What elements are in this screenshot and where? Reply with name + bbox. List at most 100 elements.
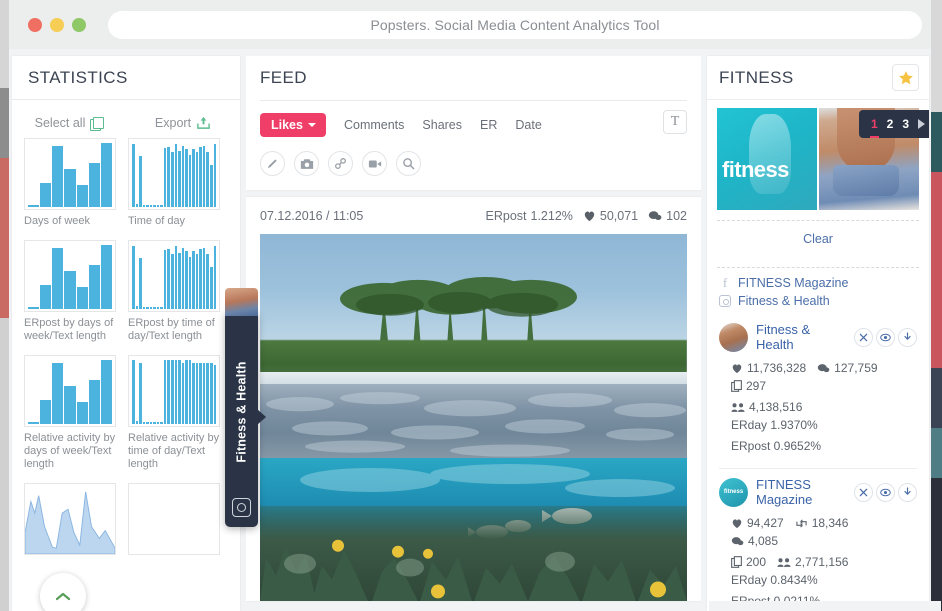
link-icon-button[interactable] <box>328 151 353 176</box>
metric-followers: 2,771,156 <box>777 555 848 569</box>
metric-shares: 18,346 <box>795 516 848 530</box>
chart-thumb-days-of-week[interactable]: Days of week <box>24 138 116 228</box>
page-title: Popsters. Social Media Content Analytics… <box>370 17 660 33</box>
cover-fitness-magazine[interactable]: fitness <box>717 108 817 210</box>
window-right-edge <box>931 0 942 611</box>
page-2-button[interactable]: 2 <box>887 117 894 131</box>
post-comments: 102 <box>648 209 687 223</box>
instagram-icon <box>719 295 731 307</box>
bar-chart <box>28 360 112 424</box>
chart-thumb-relative-days[interactable]: Relative activity by days of week/Text l… <box>24 355 116 471</box>
statistics-panel: STATISTICS Select all Export Days of wee… <box>12 56 240 611</box>
horizontal-scrollbar-track[interactable] <box>709 601 941 611</box>
page-3-button[interactable]: 3 <box>902 117 909 131</box>
drawer-pointer <box>257 409 266 425</box>
select-all-button[interactable]: Select all <box>12 116 126 131</box>
download-icon <box>904 332 911 340</box>
chart-thumb-area[interactable] <box>24 483 116 560</box>
thumbnail-row <box>24 483 228 560</box>
area-chart <box>25 484 115 554</box>
copy-icon <box>731 380 742 392</box>
er-label: ERpost <box>485 209 527 223</box>
statistics-thumbnails: Days of week Time of day ERpost by days … <box>12 138 240 560</box>
chart-caption: Relative activity by time of day/Text le… <box>128 432 220 470</box>
water-surface-layer <box>260 384 687 466</box>
statistics-title: STATISTICS <box>28 67 128 87</box>
feed-type-filters <box>246 141 701 190</box>
eye-icon-button[interactable] <box>876 327 895 347</box>
export-button[interactable]: Export <box>126 116 240 130</box>
text-toggle-button[interactable]: T <box>663 110 687 134</box>
download-icon-button[interactable] <box>898 327 917 347</box>
sort-comments-button[interactable]: Comments <box>344 118 404 132</box>
bar-chart <box>132 143 217 207</box>
maximize-window-button[interactable] <box>72 18 86 32</box>
scroll-to-top-button[interactable] <box>40 573 86 611</box>
video-icon-button[interactable] <box>362 151 387 176</box>
clear-button[interactable]: Clear <box>803 232 833 246</box>
sort-likes-button[interactable]: Likes <box>260 113 326 137</box>
metric-erpost: ERpost 0.9652% <box>731 439 822 453</box>
source-item-facebook[interactable]: f FITNESS Magazine <box>719 276 917 290</box>
metric-value: 127,759 <box>834 361 878 375</box>
account-fitness-magazine: FITNESS Magazine <box>707 469 929 611</box>
address-bar[interactable]: Popsters. Social Media Content Analytics… <box>108 11 922 39</box>
chevron-down-icon <box>307 123 316 127</box>
close-icon-button[interactable] <box>854 482 873 502</box>
sort-er-button[interactable]: ER <box>480 118 497 132</box>
chart-thumb-empty[interactable] <box>128 483 220 560</box>
post-likes: 50,071 <box>583 209 638 223</box>
chart-caption: ERpost by time of day/Text length <box>128 317 215 342</box>
avatar <box>719 322 748 352</box>
fitness-covers: fitness 1 2 3 <box>707 100 929 210</box>
chart-thumb-erpost-time[interactable]: ERpost by time of day/Text length <box>128 240 220 343</box>
close-icon <box>859 333 868 341</box>
instagram-icon <box>232 498 251 517</box>
account-actions <box>854 482 917 502</box>
source-list: f FITNESS Magazine Fitness & Health <box>707 268 929 314</box>
avatar <box>719 477 748 507</box>
copy-icon <box>90 116 105 131</box>
next-page-icon[interactable] <box>918 119 925 129</box>
metric-line: ERpost 0.9652% <box>731 439 905 453</box>
chart-thumb-relative-time[interactable]: Relative activity by time of day/Text le… <box>128 355 220 471</box>
pencil-icon-button[interactable] <box>260 151 285 176</box>
account-name: FITNESS Magazine <box>756 477 813 507</box>
account-metrics: 94,427 18,346 4,085 200 2,771,156 ERday … <box>719 507 917 611</box>
camera-icon-button[interactable] <box>294 151 319 176</box>
drawer-label-wrap: Fitness & Health <box>225 337 258 487</box>
fitness-health-drawer-tab[interactable]: Fitness & Health <box>225 288 266 527</box>
minimize-window-button[interactable] <box>50 18 64 32</box>
search-icon-button[interactable] <box>396 151 421 176</box>
facebook-icon: f <box>722 275 728 290</box>
sort-date-button[interactable]: Date <box>515 118 541 132</box>
metric-likes: 94,427 <box>731 516 784 530</box>
metric-value: 4,138,516 <box>749 400 803 414</box>
chart-thumb-time-of-day[interactable]: Time of day <box>128 138 220 228</box>
page-1-button[interactable]: 1 <box>869 117 879 138</box>
download-icon-button[interactable] <box>898 482 917 502</box>
export-label: Export <box>154 116 192 130</box>
source-name: Fitness & Health <box>738 294 830 308</box>
feed-post: 07.12.2016 / 11:05 ERpost 1.212% 50,071 <box>246 197 701 601</box>
metric-value: 2,771,156 <box>795 555 849 569</box>
close-icon-button[interactable] <box>854 327 873 347</box>
bar-chart <box>132 245 217 309</box>
statistics-header: STATISTICS <box>12 56 240 100</box>
copy-icon <box>731 556 742 568</box>
likes-count: 50,071 <box>599 209 639 223</box>
source-item-instagram[interactable]: Fitness & Health <box>719 294 917 308</box>
chart-thumb-erpost-days[interactable]: ERpost by days of week/Text length <box>24 240 116 343</box>
traffic-lights <box>28 18 86 32</box>
bar-chart <box>28 143 112 207</box>
metric-value: 11,736,328 <box>747 361 807 375</box>
thumbnail-row: ERpost by days of week/Text length ERpos… <box>24 240 228 343</box>
cover-word: fitness <box>722 157 789 182</box>
favorite-button[interactable] <box>892 64 919 91</box>
eye-icon-button[interactable] <box>876 482 895 502</box>
video-icon <box>368 160 381 167</box>
close-window-button[interactable] <box>28 18 42 32</box>
sort-shares-button[interactable]: Shares <box>422 118 462 132</box>
bar-chart <box>28 245 112 309</box>
fitness-panel: FITNESS fitness 1 2 3 Clear f FITNESS Ma… <box>707 56 929 611</box>
